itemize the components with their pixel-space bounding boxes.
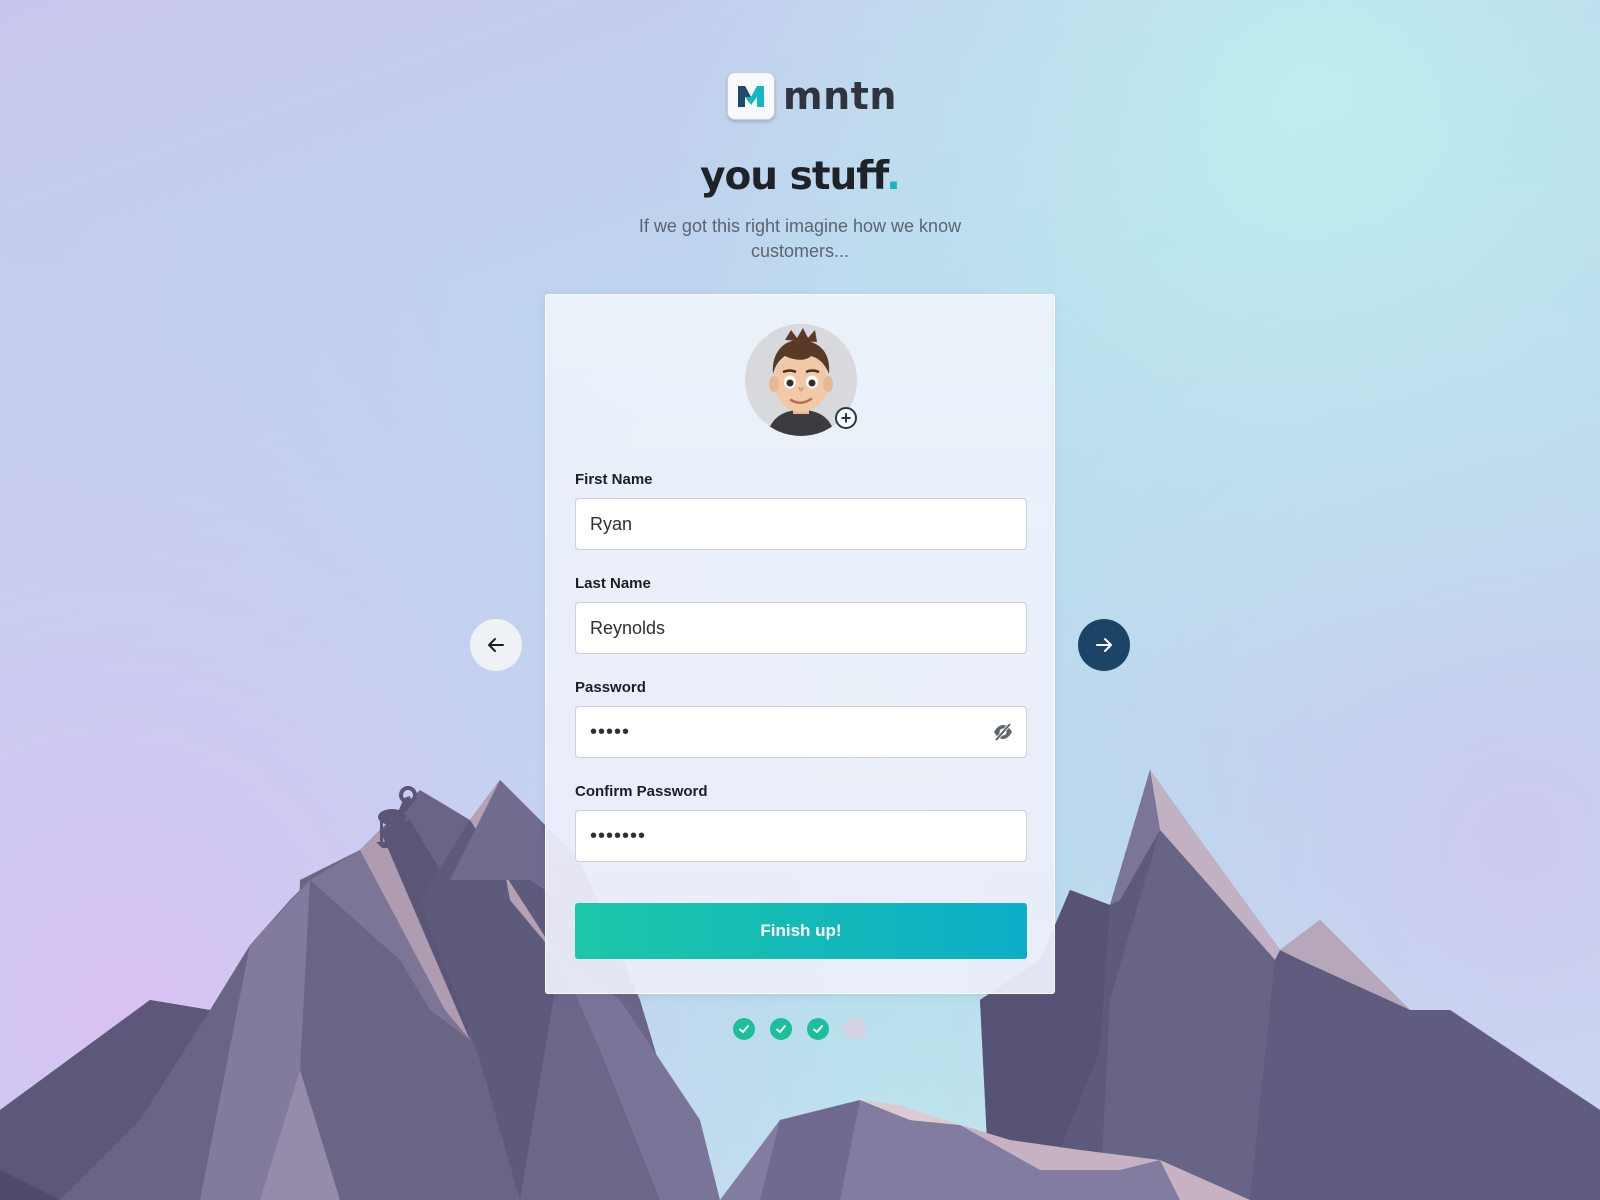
check-icon xyxy=(776,1025,786,1033)
confirm-password-field[interactable] xyxy=(575,810,1027,862)
page-title-text: you stuff xyxy=(700,154,887,199)
password-label: Password xyxy=(575,679,646,696)
last-name-field[interactable] xyxy=(575,602,1027,654)
step-dot-3[interactable] xyxy=(807,1018,829,1040)
page-subtitle: If we got this right imagine how we know… xyxy=(638,216,962,261)
plus-circle-icon[interactable]: + xyxy=(835,407,857,429)
last-name-input[interactable] xyxy=(590,603,1012,653)
arrow-left-icon xyxy=(488,638,504,652)
first-name-label: First Name xyxy=(575,471,653,488)
password-input[interactable] xyxy=(590,707,1012,757)
page-title-accent: . xyxy=(886,154,901,199)
finish-button[interactable]: Finish up! xyxy=(575,903,1027,959)
step-dot-2[interactable] xyxy=(770,1018,792,1040)
previous-step-button[interactable] xyxy=(470,619,522,671)
password-field[interactable] xyxy=(575,706,1027,758)
eye-off-icon[interactable] xyxy=(992,721,1014,743)
step-dot-1[interactable] xyxy=(733,1018,755,1040)
logo-mark-icon xyxy=(727,72,775,120)
last-name-label: Last Name xyxy=(575,575,651,592)
brand-name: mntn xyxy=(783,74,897,118)
profile-form-card: + First Name Last Name Password Confirm … xyxy=(545,294,1055,994)
page-title: you stuff. xyxy=(0,154,1600,199)
first-name-input[interactable] xyxy=(590,499,1012,549)
step-indicator xyxy=(733,1018,866,1040)
check-icon xyxy=(813,1025,823,1033)
brand-logo[interactable]: mntn xyxy=(727,72,897,120)
step-dot-4[interactable] xyxy=(844,1018,866,1040)
check-icon xyxy=(739,1025,749,1033)
first-name-field[interactable] xyxy=(575,498,1027,550)
confirm-password-input[interactable] xyxy=(590,811,1012,861)
arrow-right-icon xyxy=(1096,638,1112,652)
next-step-button[interactable] xyxy=(1078,619,1130,671)
confirm-password-label: Confirm Password xyxy=(575,783,708,800)
